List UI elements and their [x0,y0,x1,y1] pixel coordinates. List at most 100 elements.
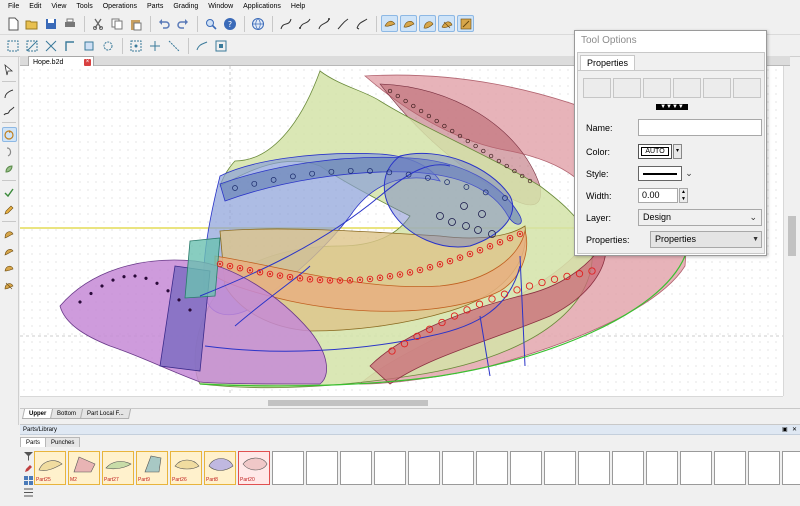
menu-operations[interactable]: Operations [98,0,142,13]
menu-grading[interactable]: Grading [168,0,203,13]
node-tool-6-icon[interactable] [99,37,116,54]
grid-view-icon[interactable] [24,476,33,485]
empty-part-slot[interactable] [612,451,644,485]
empty-part-slot[interactable] [748,451,780,485]
color-dropdown-icon[interactable]: ▾ [673,144,682,159]
empty-part-slot[interactable] [646,451,678,485]
empty-part-slot[interactable] [340,451,372,485]
redo-icon[interactable] [174,15,191,32]
list-view-icon[interactable] [24,488,33,497]
option-button-2[interactable] [613,78,641,98]
rotate-tool-icon[interactable] [1,127,17,142]
shoe-shape-4-icon[interactable] [2,277,17,292]
open-folder-icon[interactable] [23,15,40,32]
select-arrow-icon[interactable] [2,62,17,77]
shoe-part-tool-1-icon[interactable] [381,15,398,32]
chevron-down-icon[interactable]: ⌄ [682,166,696,181]
part-thumbnail[interactable]: Part9 [136,451,168,485]
width-input[interactable]: 0.00 [638,188,678,203]
menu-help[interactable]: Help [286,0,310,13]
shoe-shape-1-icon[interactable] [2,226,17,241]
option-button-3[interactable] [643,78,671,98]
expand-arrows-icon[interactable]: ▼▼▼▼ [656,104,688,110]
menu-tools[interactable]: Tools [71,0,97,13]
vertical-scrollbar[interactable] [783,66,800,396]
close-panel-icon[interactable]: ✕ [792,425,797,435]
part-thumbnail[interactable]: Part25 [34,451,66,485]
node-tool-5-icon[interactable] [80,37,97,54]
shoe-part-tool-2-icon[interactable] [400,15,417,32]
pin-icon[interactable]: ▣ [782,425,788,435]
menu-window[interactable]: Window [203,0,238,13]
empty-part-slot[interactable] [544,451,576,485]
node-tool-8-icon[interactable] [146,37,163,54]
properties-select[interactable]: Properties ▼ [650,231,762,248]
curve-tool-5-icon[interactable] [353,15,370,32]
shoe-part-tool-3-icon[interactable] [419,15,436,32]
part-thumbnail[interactable]: Part26 [170,451,202,485]
option-button-1[interactable] [583,78,611,98]
menu-parts[interactable]: Parts [142,0,168,13]
empty-part-slot[interactable] [408,451,440,485]
curve-tool-1-icon[interactable] [277,15,294,32]
menu-view[interactable]: View [46,0,71,13]
help-icon[interactable]: ? [221,15,238,32]
empty-part-slot[interactable] [714,451,746,485]
empty-part-slot[interactable] [442,451,474,485]
copy-icon[interactable] [108,15,125,32]
cut-icon[interactable] [89,15,106,32]
line-style-swatch[interactable] [638,166,682,181]
part-thumbnail[interactable]: Part20 [238,451,270,485]
tab-parts[interactable]: Parts [20,437,47,447]
shoe-shape-3-icon[interactable] [2,260,17,275]
empty-part-slot[interactable] [374,451,406,485]
menu-file[interactable]: File [3,0,24,13]
new-file-icon[interactable] [4,15,21,32]
node-tool-4-icon[interactable] [61,37,78,54]
node-tool-3-icon[interactable] [42,37,59,54]
part-thumbnail[interactable]: Part8 [204,451,236,485]
fill-tool-icon[interactable] [2,161,17,176]
curve-tool-4-icon[interactable] [334,15,351,32]
horizontal-scrollbar[interactable] [20,396,783,408]
color-swatch[interactable]: AUTO [638,144,672,159]
zoom-icon[interactable] [202,15,219,32]
node-tool-11-icon[interactable] [212,37,229,54]
node-tool-10-icon[interactable] [193,37,210,54]
curve-tool-3-icon[interactable] [315,15,332,32]
layer-select[interactable]: Design ⌄ [638,209,762,226]
sheet-tab-part-local[interactable]: Part Local F... [80,409,132,419]
node-tool-2-icon[interactable] [23,37,40,54]
empty-part-slot[interactable] [510,451,542,485]
empty-part-slot[interactable] [272,451,304,485]
part-thumbnail[interactable]: Part27 [102,451,134,485]
freehand-tool-icon[interactable] [2,103,17,118]
empty-part-slot[interactable] [782,451,800,485]
menu-edit[interactable]: Edit [24,0,46,13]
save-icon[interactable] [42,15,59,32]
edit-icon[interactable] [24,464,33,473]
check-tool-icon[interactable] [2,185,17,200]
width-spinner[interactable]: ▲ ▼ [679,188,688,203]
node-tool-9-icon[interactable] [165,37,182,54]
close-tab-icon[interactable]: × [84,58,91,66]
part-thumbnail[interactable]: M2 [68,451,100,485]
sheet-tab-upper[interactable]: Upper [21,409,54,419]
horizontal-scroll-thumb[interactable] [268,400,428,406]
menu-applications[interactable]: Applications [238,0,286,13]
option-button-6[interactable] [733,78,761,98]
tool-options-title[interactable]: Tool Options [575,31,766,51]
hook-tool-icon[interactable] [2,144,17,159]
shoe-part-tool-4-icon[interactable] [438,15,455,32]
paste-icon[interactable] [127,15,144,32]
pencil-tool-icon[interactable] [2,202,17,217]
undo-icon[interactable] [155,15,172,32]
name-field[interactable] [638,119,762,136]
empty-part-slot[interactable] [306,451,338,485]
empty-part-slot[interactable] [578,451,610,485]
option-button-5[interactable] [703,78,731,98]
globe-icon[interactable] [249,15,266,32]
tab-properties[interactable]: Properties [580,55,636,70]
tab-punches[interactable]: Punches [45,437,81,447]
print-icon[interactable] [61,15,78,32]
